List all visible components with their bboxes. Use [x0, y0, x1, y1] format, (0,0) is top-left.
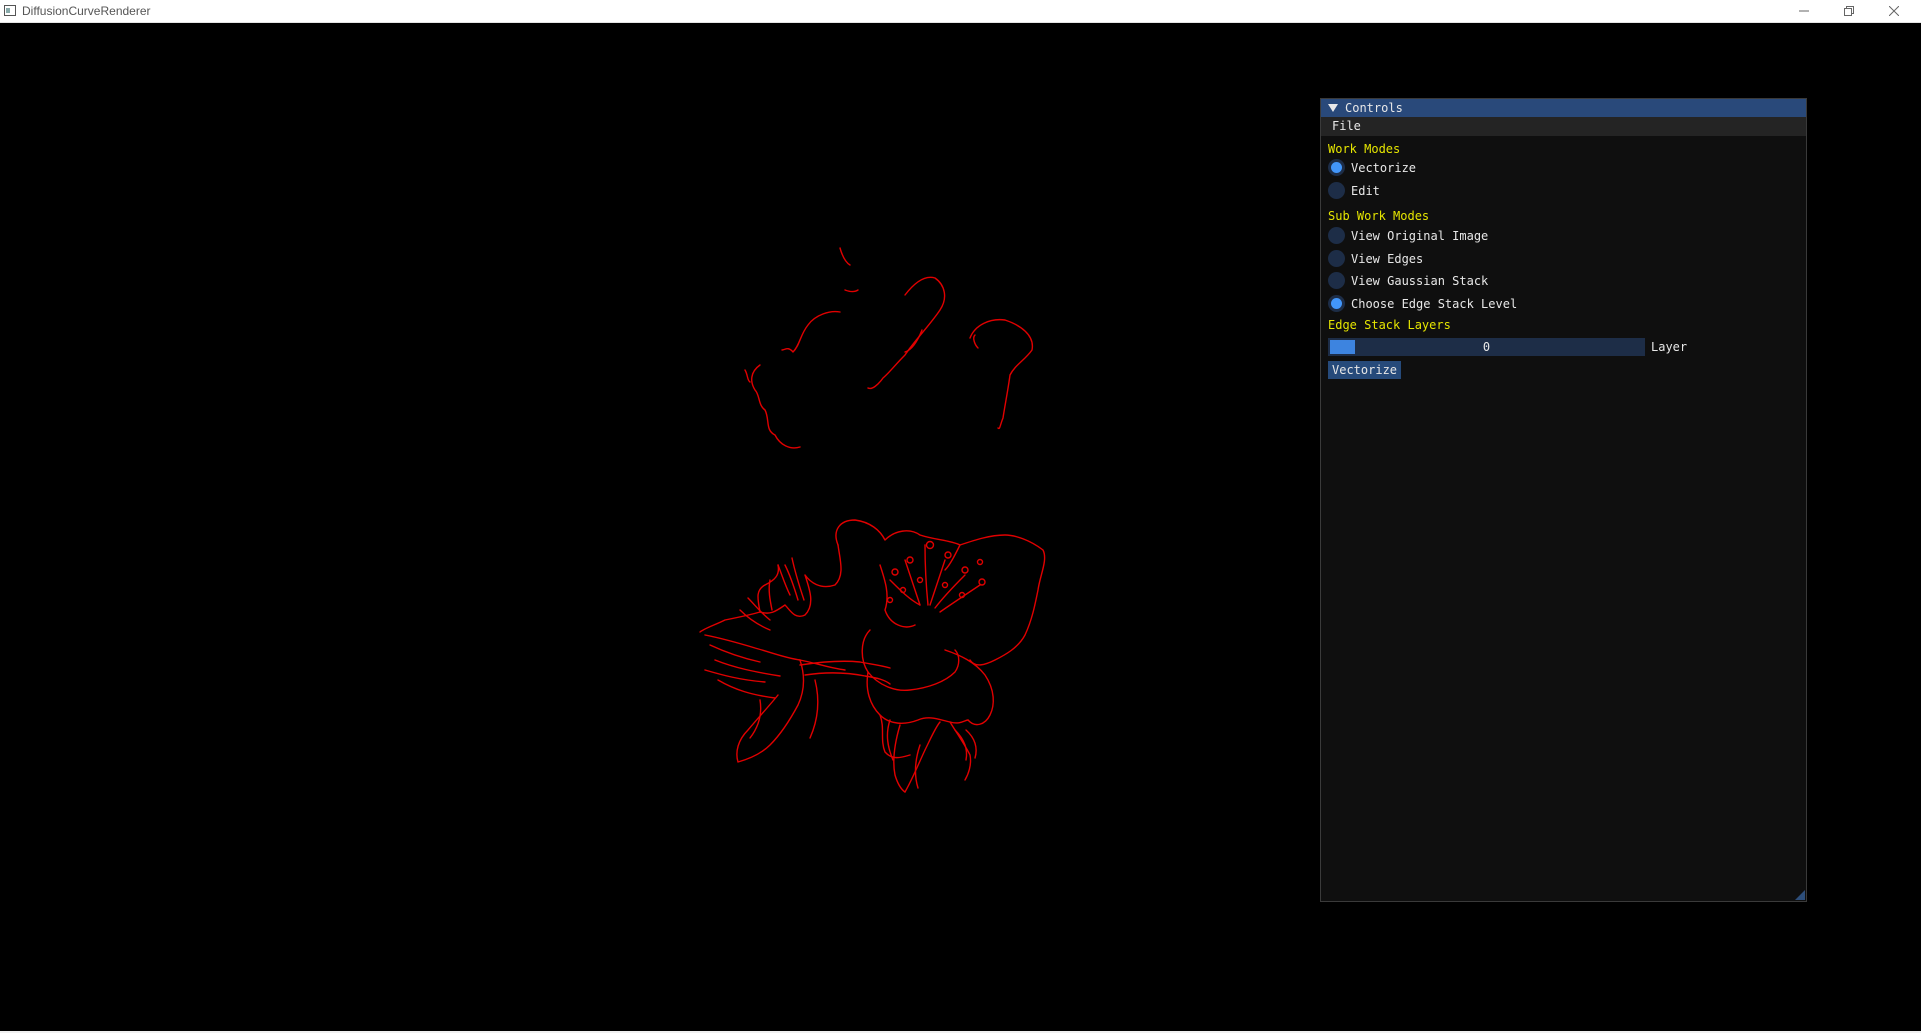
slider-label: Layer: [1651, 340, 1688, 354]
edge-curve: [835, 519, 1046, 666]
stamen-tip: [891, 568, 899, 576]
edge-curve: [954, 729, 968, 761]
radio-label: Edit: [1351, 183, 1380, 198]
edge-stack-layers-header: Edge Stack Layers: [1328, 318, 1451, 332]
stamen-tip: [976, 558, 984, 566]
slider-value: 0: [1482, 340, 1491, 354]
stamen-tip: [961, 566, 969, 574]
edge-curve: [809, 679, 819, 739]
edge-curve: [904, 559, 921, 606]
radio-button-selected[interactable]: [1328, 295, 1345, 312]
radio-button[interactable]: [1328, 250, 1345, 267]
edge-curve: [893, 724, 906, 793]
radio-edit[interactable]: Edit: [1328, 181, 1380, 200]
edge-curve: [886, 719, 894, 761]
edge-curve: [861, 629, 960, 692]
edge-curve: [879, 714, 969, 724]
edge-curve: [699, 544, 842, 633]
controls-panel[interactable]: Controls File Work Modes Vectorize Edit …: [1320, 98, 1807, 902]
edge-curve: [934, 574, 966, 609]
stamen-tip: [978, 578, 986, 586]
radio-label: Choose Edge Stack Level: [1351, 296, 1518, 311]
edge-curve: [839, 247, 851, 266]
radio-button[interactable]: [1328, 227, 1345, 244]
edge-curve: [757, 564, 780, 613]
collapse-arrow-icon[interactable]: [1328, 104, 1338, 112]
vectorize-button[interactable]: Vectorize: [1328, 361, 1402, 379]
work-modes-header: Work Modes: [1328, 142, 1401, 156]
stamen-tip: [916, 576, 924, 584]
window-title: DiffusionCurveRenderer: [22, 4, 151, 18]
radio-view-edges[interactable]: View Edges: [1328, 249, 1423, 268]
radio-label: View Edges: [1351, 251, 1424, 266]
edge-curve: [799, 660, 891, 669]
radio-choose-edge-stack-level[interactable]: Choose Edge Stack Level: [1328, 294, 1517, 313]
radio-view-original-image[interactable]: View Original Image: [1328, 226, 1488, 245]
radio-label: View Gaussian Stack: [1351, 273, 1489, 288]
edge-curve: [717, 679, 776, 699]
edge-curve: [965, 729, 977, 759]
edge-curve: [791, 557, 805, 601]
resize-grip-icon[interactable]: [1795, 890, 1805, 900]
edge-curve: [751, 364, 801, 449]
stamen-tip: [925, 540, 935, 550]
edge-curve: [939, 584, 981, 613]
sub-work-modes-header: Sub Work Modes: [1328, 209, 1430, 223]
edge-curve: [867, 276, 946, 390]
edge-curve: [704, 634, 801, 661]
edge-curve: [781, 310, 841, 353]
menu-bar: File: [1321, 117, 1806, 136]
radio-label: Vectorize: [1351, 160, 1417, 175]
stamen-tip: [941, 581, 949, 589]
radio-button[interactable]: [1328, 182, 1345, 199]
layer-slider[interactable]: 0: [1328, 338, 1645, 356]
app-window-icon: [4, 5, 16, 16]
radio-label: View Original Image: [1351, 228, 1489, 243]
stamen-tip: [944, 551, 952, 559]
stamen-tip: [906, 556, 914, 564]
minimize-icon: [1799, 10, 1809, 12]
edge-curve: [904, 329, 923, 353]
edge-curve: [736, 659, 805, 763]
edge-curve: [777, 564, 791, 596]
edge-curve: [844, 289, 859, 293]
restore-icon: [1844, 6, 1854, 16]
stamen-tip: [886, 596, 894, 604]
close-button[interactable]: [1872, 0, 1916, 22]
restore-button[interactable]: [1827, 0, 1871, 22]
edge-curve: [784, 564, 799, 601]
edge-curve: [768, 579, 773, 611]
edge-curve: [904, 721, 941, 793]
radio-button-selected[interactable]: [1328, 159, 1345, 176]
controls-title: Controls: [1345, 101, 1403, 115]
minimize-button[interactable]: [1782, 0, 1826, 22]
radio-view-gaussian-stack[interactable]: View Gaussian Stack: [1328, 271, 1488, 290]
controls-titlebar[interactable]: Controls: [1321, 99, 1806, 117]
close-icon: [1889, 6, 1899, 16]
edge-curve: [944, 649, 994, 726]
edge-curve: [804, 672, 891, 685]
edge-curve: [969, 318, 1034, 430]
edge-curve: [973, 334, 979, 349]
edge-curve: [714, 659, 781, 677]
window-titlebar[interactable]: DiffusionCurveRenderer: [0, 0, 1921, 23]
render-viewport[interactable]: Controls File Work Modes Vectorize Edit …: [0, 23, 1921, 1033]
edge-curve: [744, 369, 751, 383]
edge-curve: [749, 699, 762, 739]
radio-vectorize[interactable]: Vectorize: [1328, 158, 1416, 177]
menu-file[interactable]: File: [1332, 119, 1361, 133]
radio-button[interactable]: [1328, 272, 1345, 289]
edge-curve: [924, 544, 929, 606]
